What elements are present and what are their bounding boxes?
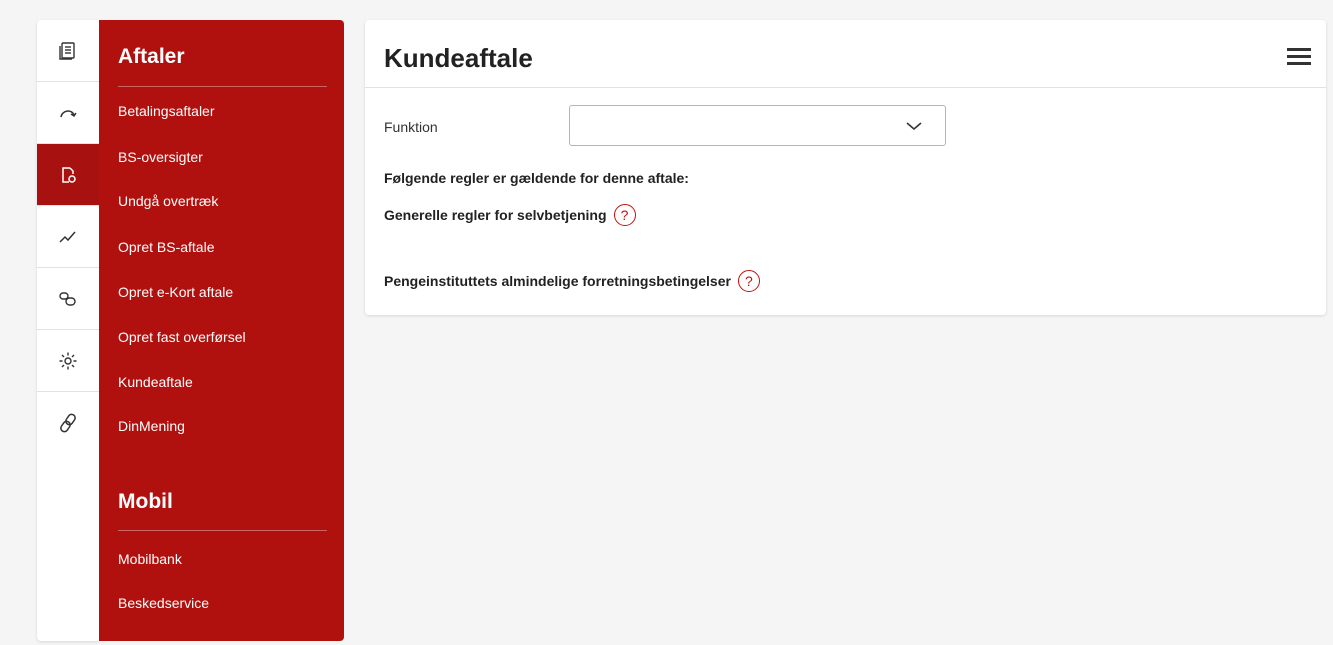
chevron-down-icon [906,122,922,131]
rail-item-agreements[interactable] [37,144,99,206]
menu-link-mobilbank[interactable]: Mobilbank [118,551,182,567]
menu-heading-aftaler: Aftaler [118,45,185,68]
rail-item-settings[interactable] [37,330,99,392]
help-icon[interactable]: ? [613,204,636,226]
menu-link-betalingsaftaler[interactable]: Betalingsaftaler [118,103,215,119]
page-title: Kundeaftale [384,43,533,73]
chat-bubbles-icon [59,291,76,306]
rail-item-links[interactable] [37,392,99,454]
function-select[interactable] [569,105,946,146]
menu-panel: Aftaler Betalingsaftaler BS-oversigter U… [99,20,344,641]
rule-label: Generelle regler for selvbetjening [384,207,607,223]
rules-heading: Følgende regler er gældende for denne af… [384,170,689,186]
menu-link-dinmening[interactable]: DinMening [118,418,185,434]
menu-link-kundeaftale[interactable]: Kundeaftale [118,374,193,390]
main-card: Kundeaftale Funktion Følgende regler er … [365,20,1326,315]
rule-label: Pengeinstituttets almindelige forretning… [384,273,731,289]
menu-link-opret-bs-aftale[interactable]: Opret BS-aftale [118,239,215,255]
function-label: Funktion [384,119,438,135]
menu-divider [118,86,327,87]
chart-line-icon [59,231,76,243]
document-list-icon [59,41,75,60]
help-icon[interactable]: ? [737,270,760,292]
rule-general-terms: Pengeinstituttets almindelige forretning… [384,270,760,292]
card-header: Kundeaftale [365,20,1326,88]
rail-item-documents[interactable] [37,20,99,82]
menu-heading-mobil: Mobil [118,490,173,513]
menu-link-beskedservice[interactable]: Beskedservice [118,595,209,611]
gear-icon [59,352,77,369]
document-agreement-icon [62,166,76,183]
menu-link-undga-overtraek[interactable]: Undgå overtræk [118,193,218,209]
rail-item-transfers[interactable] [37,82,99,144]
rail-item-messages[interactable] [37,268,99,330]
menu-link-bs-oversigter[interactable]: BS-oversigter [118,149,203,165]
rail-item-investments[interactable] [37,206,99,268]
icon-rail [37,20,99,641]
menu-link-opret-e-kort-aftale[interactable]: Opret e-Kort aftale [118,284,233,300]
menu-divider [118,530,327,531]
hamburger-menu-icon[interactable] [1287,48,1311,66]
rule-general-self-service: Generelle regler for selvbetjening ? [384,204,636,226]
menu-link-opret-fast-overforsel[interactable]: Opret fast overførsel [118,329,246,345]
transfer-arrow-icon [60,109,77,117]
link-icon [60,413,76,433]
